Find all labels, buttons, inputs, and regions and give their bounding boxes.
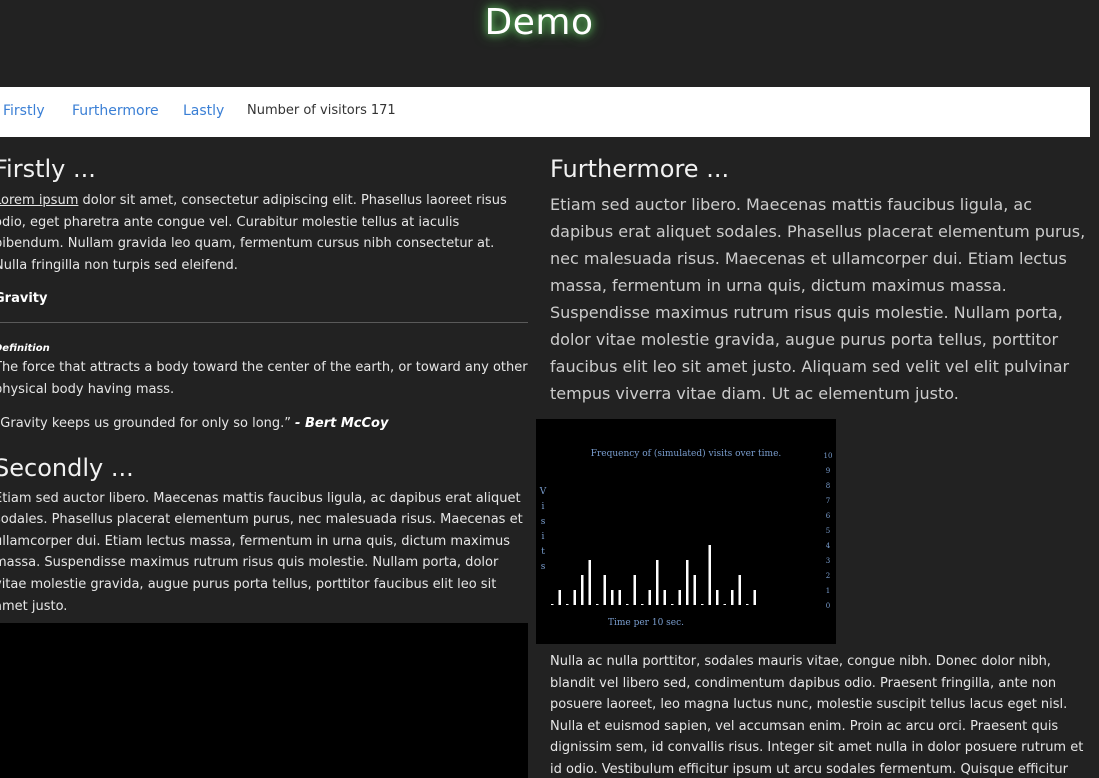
visitor-counter-label: Number of visitors <box>247 103 367 118</box>
section-heading-firstly: Firstly ... <box>0 155 96 183</box>
chart-bar <box>678 590 681 605</box>
furthermore-paragraph: Etiam sed auctor libero. Maecenas mattis… <box>550 195 1086 403</box>
chart-xlabel: Time per 10 sec. <box>608 618 684 628</box>
chart-bar <box>738 575 741 605</box>
chart-bar <box>551 604 554 605</box>
chart-bar <box>708 545 711 605</box>
chart-bar <box>573 590 576 605</box>
chart-ytick-label: 9 <box>826 467 830 475</box>
lorem-ipsum-link[interactable]: Lorem ipsum <box>0 193 78 208</box>
divider <box>0 322 528 324</box>
visits-chart: Frequency of (simulated) visits over tim… <box>536 419 836 644</box>
chart-ytick-label: 8 <box>826 482 830 490</box>
quote-text: “Gravity keeps us grounded for only so l… <box>0 415 292 431</box>
chart-ylabel-letter: s <box>541 517 546 527</box>
chart-bar <box>663 590 666 605</box>
navbar: Firstly Furthermore Lastly Number of vis… <box>0 87 1090 137</box>
chart-bars <box>551 545 756 605</box>
chart-bar <box>693 575 696 605</box>
chart-bar <box>753 590 756 605</box>
chart-ytick-label: 6 <box>826 512 831 520</box>
gravity-definition: The force that attracts a body toward th… <box>0 360 528 397</box>
chart-bar <box>618 590 621 605</box>
section-heading-furthermore: Furthermore ... <box>550 155 730 183</box>
chart-ylabel-letter: V <box>539 487 547 497</box>
chart-ytick-label: 0 <box>826 602 830 610</box>
nav-link-lastly[interactable]: Lastly <box>183 103 224 119</box>
chart-bar <box>671 604 674 605</box>
chart-bar <box>641 604 644 605</box>
chart-bar <box>648 590 651 605</box>
chart-bar <box>656 560 659 605</box>
chart-ytick-labels: 109876543210 <box>824 452 833 610</box>
chart-bar <box>746 604 749 605</box>
visitor-counter-value: 171 <box>370 103 396 118</box>
section-heading-secondly: Secondly ... <box>0 453 134 482</box>
firstly-paragraph: Lorem ipsum dolor sit amet, consectetur … <box>0 190 528 276</box>
chart-bar <box>558 590 561 605</box>
chart-ylabel-letter: i <box>542 532 545 542</box>
chart-ytick-label: 4 <box>826 542 831 550</box>
chart-bar <box>716 590 719 605</box>
chart-ytick-label: 3 <box>826 557 830 565</box>
chart-bar <box>581 575 584 605</box>
chart-bar <box>596 604 599 605</box>
chart-bar <box>611 590 614 605</box>
chart-bar <box>723 604 726 605</box>
closing-paragraph: Nulla ac nulla porttitor, sodales mauris… <box>550 654 1084 777</box>
chart-ytick-label: 2 <box>826 572 830 580</box>
secondly-paragraph: Etiam sed auctor libero. Maecenas mattis… <box>0 490 523 614</box>
chart-bar <box>731 590 734 605</box>
left-column: Firstly ... Lorem ipsum dolor sit amet, … <box>0 137 528 617</box>
chart-bar <box>633 575 636 605</box>
page-title: Demo <box>484 2 594 43</box>
chart-ytick-label: 7 <box>826 497 830 505</box>
chart-bar <box>588 560 591 605</box>
media-panel <box>0 623 528 778</box>
gravity-quote: “Gravity keeps us grounded for only so l… <box>0 416 528 431</box>
nav-link-furthermore[interactable]: Furthermore <box>72 103 159 119</box>
chart-ylabel-letter: s <box>541 562 546 572</box>
chart-ytick-label: 5 <box>826 527 830 535</box>
chart-ylabel: Visits <box>539 487 547 572</box>
visitor-counter: Number of visitors 171 <box>247 103 396 118</box>
chart-ylabel-letter: i <box>542 502 545 512</box>
chart-bar <box>566 604 569 605</box>
chart-bar <box>626 604 629 605</box>
gravity-term: Gravity <box>0 291 48 307</box>
nav-link-firstly[interactable]: Firstly <box>3 103 45 119</box>
chart-bar <box>603 575 606 605</box>
definition-label: Definition <box>0 343 50 355</box>
chart-ytick-label: 10 <box>824 452 833 460</box>
quote-author: - Bert McCoy <box>295 415 389 431</box>
chart-bar <box>686 560 689 605</box>
chart-ytick-label: 1 <box>826 587 830 595</box>
chart-ylabel-letter: t <box>541 547 545 557</box>
right-column: Furthermore ... Etiam sed auctor libero.… <box>536 137 1099 777</box>
chart-bar <box>701 604 704 605</box>
chart-title: Frequency of (simulated) visits over tim… <box>591 448 782 459</box>
visits-chart-svg: Frequency of (simulated) visits over tim… <box>539 448 833 628</box>
